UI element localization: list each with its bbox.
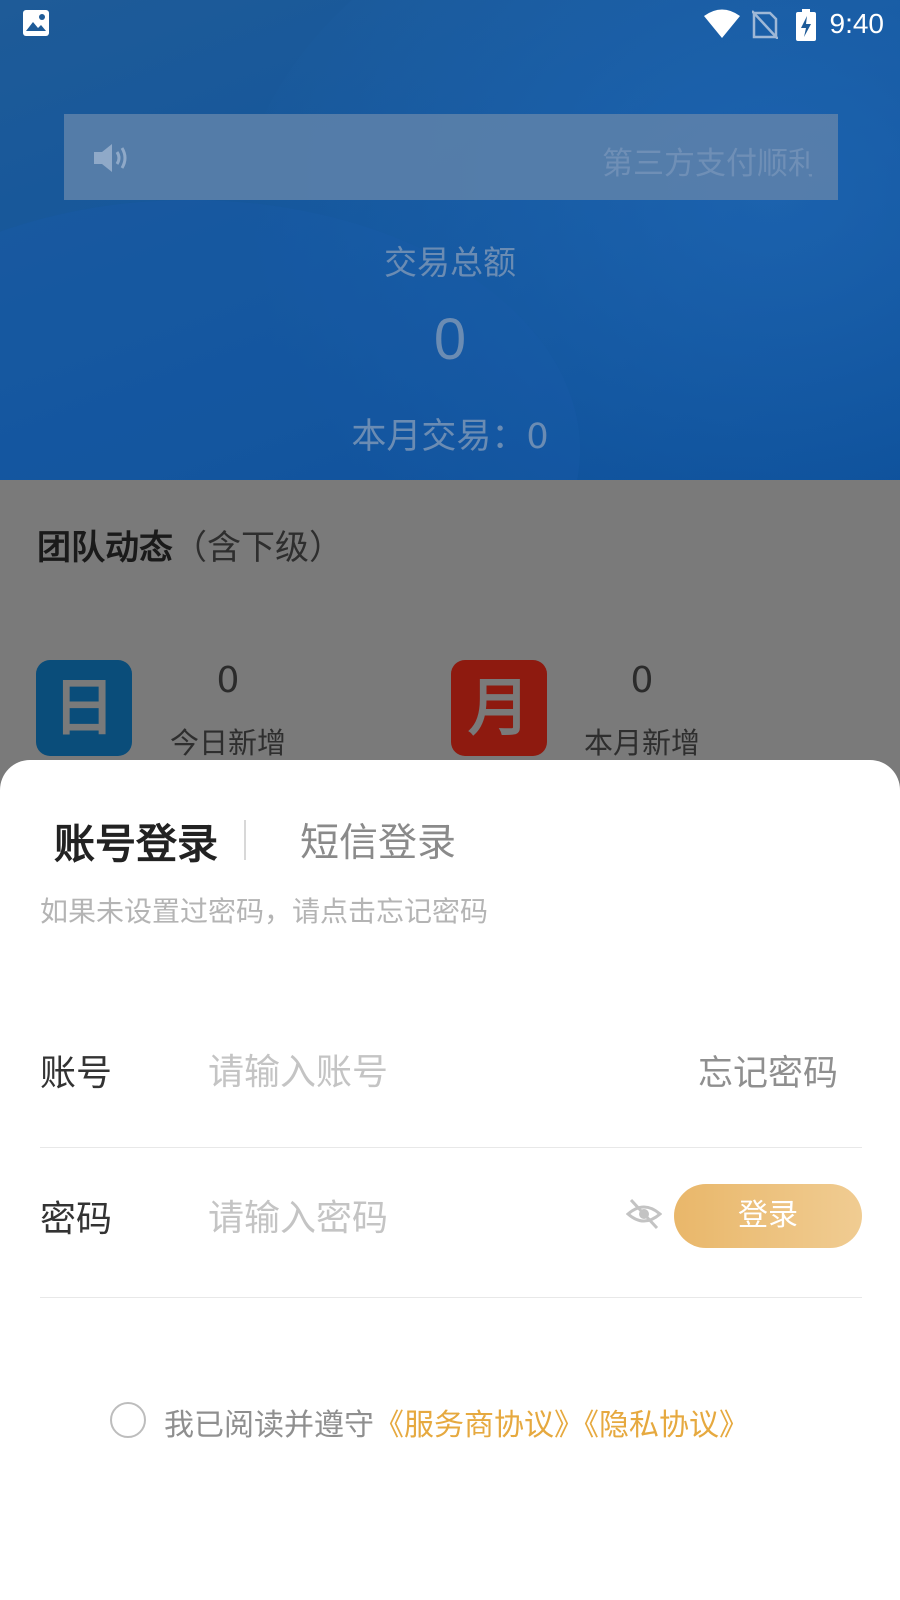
image-notification-icon bbox=[22, 9, 50, 41]
month-new-count: 0 bbox=[630, 660, 654, 701]
day-badge-icon: 日 bbox=[36, 660, 132, 756]
account-input[interactable] bbox=[208, 1042, 568, 1102]
today-new-count: 0 bbox=[216, 660, 240, 701]
login-sheet: 账号登录 短信登录 如果未设置过密码，请点击忘记密码 账号 忘记密码 密码 登录… bbox=[0, 760, 900, 1600]
password-label: 密码 bbox=[40, 1199, 113, 1240]
battery-charging-icon bbox=[796, 9, 816, 45]
month-transaction-label: 本月交易：0 bbox=[351, 417, 549, 457]
tab-account-login[interactable]: 账号登录 bbox=[54, 810, 218, 870]
no-sim-icon bbox=[751, 9, 779, 43]
app-screen: 9:40 第三方支付顺利 交易总额 0 本月交易：0 团队动态（含下级） 日 0… bbox=[0, 0, 900, 1600]
agree-checkbox[interactable] bbox=[110, 1402, 146, 1438]
login-button[interactable]: 登录 bbox=[674, 1184, 862, 1248]
wifi-icon bbox=[704, 9, 740, 43]
tab-divider bbox=[244, 820, 246, 860]
divider bbox=[40, 1297, 862, 1298]
notice-text: 第三方支付顺利 bbox=[602, 146, 812, 182]
forgot-password-link[interactable]: 忘记密码 bbox=[698, 1045, 838, 1096]
account-label: 账号 bbox=[40, 1053, 113, 1094]
month-new-label: 本月新增 bbox=[583, 726, 700, 760]
hero-banner: 9:40 第三方支付顺利 交易总额 0 本月交易：0 bbox=[0, 0, 900, 480]
team-title: 团队动态（含下级） bbox=[37, 528, 343, 568]
month-badge-icon: 月 bbox=[451, 660, 547, 756]
eye-hidden-icon[interactable] bbox=[625, 1196, 663, 1232]
total-amount-value: 0 bbox=[433, 307, 467, 372]
speaker-icon bbox=[92, 141, 132, 179]
today-new-label: 今日新增 bbox=[169, 726, 286, 760]
total-amount-label: 交易总额 bbox=[384, 243, 516, 282]
tab-sms-login[interactable]: 短信登录 bbox=[300, 812, 456, 868]
agreement-prefix: 我已阅读并遵守 bbox=[164, 1408, 374, 1443]
agreement-text: 我已阅读并遵守《服务商协议》《隐私协议》 bbox=[164, 1400, 749, 1444]
privacy-agreement-link[interactable]: 《隐私协议》 bbox=[584, 1408, 749, 1443]
password-input[interactable] bbox=[208, 1188, 568, 1248]
notice-bar[interactable]: 第三方支付顺利 bbox=[64, 114, 838, 200]
divider bbox=[40, 1147, 862, 1148]
service-agreement-link[interactable]: 《服务商协议》 bbox=[374, 1408, 584, 1443]
status-time: 9:40 bbox=[829, 8, 885, 39]
status-bar: 9:40 bbox=[0, 0, 900, 48]
password-hint: 如果未设置过密码，请点击忘记密码 bbox=[40, 895, 489, 928]
